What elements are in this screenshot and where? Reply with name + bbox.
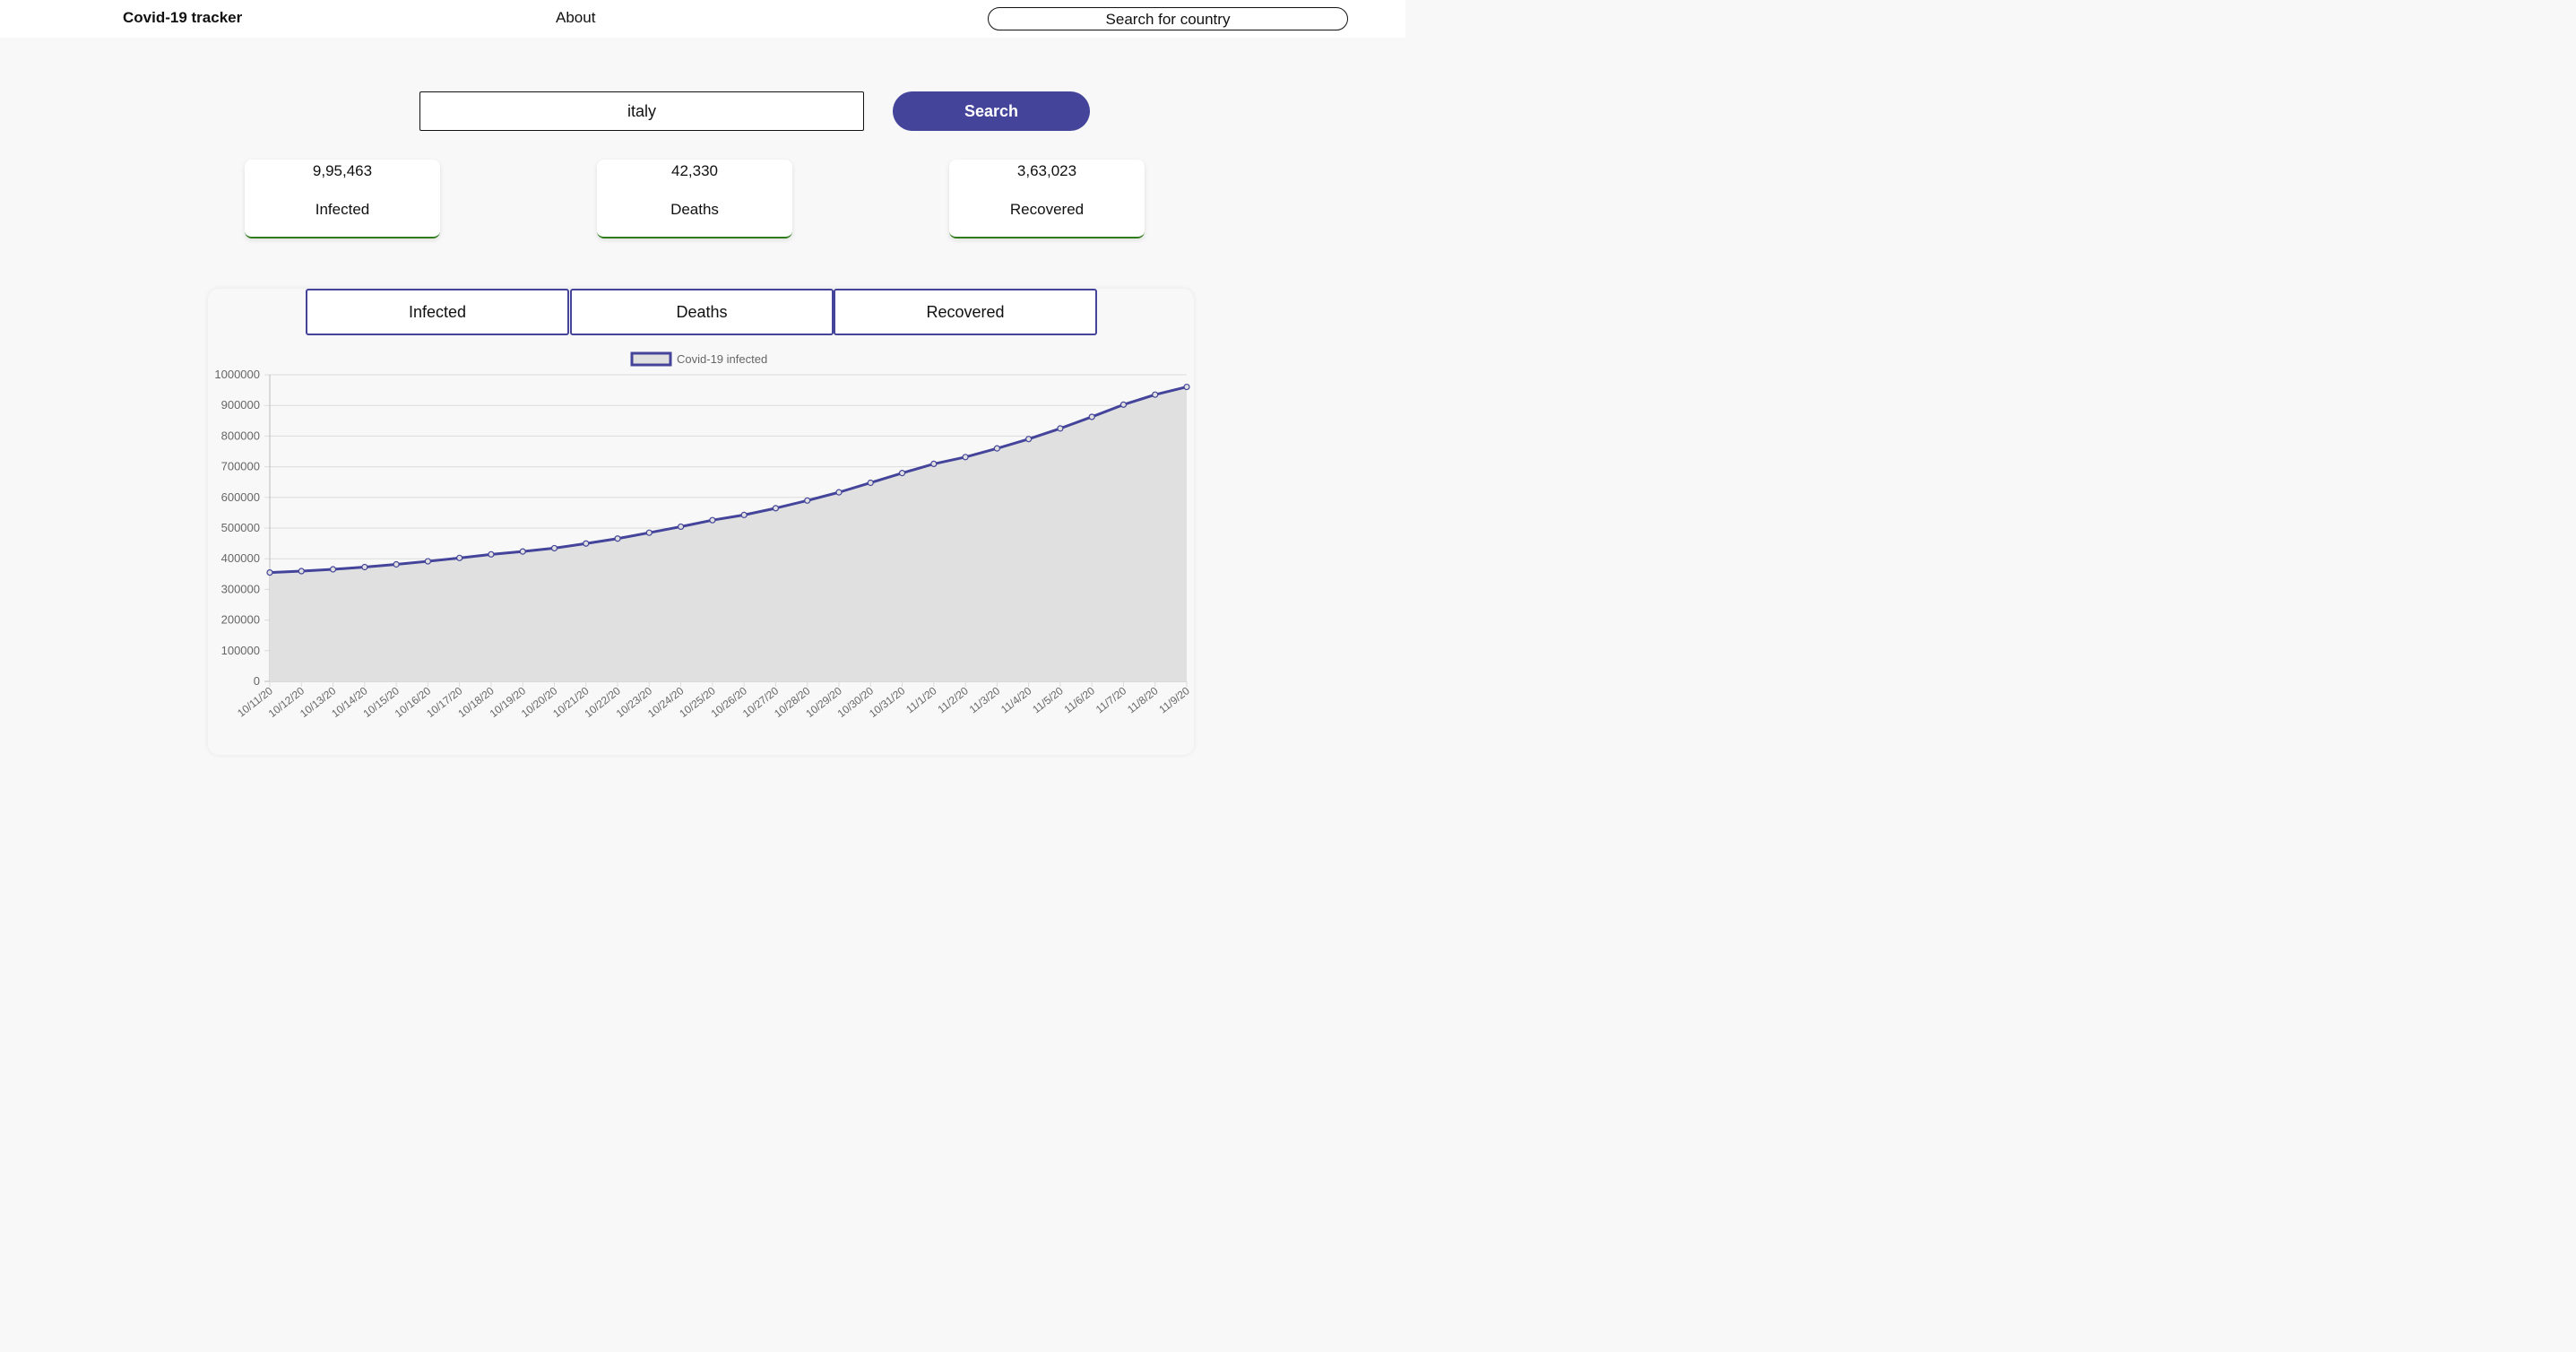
data-point xyxy=(898,470,906,477)
x-tick-label: 11/2/20 xyxy=(935,684,971,715)
data-point xyxy=(1183,383,1190,391)
data-point xyxy=(804,497,811,504)
data-point xyxy=(709,516,716,524)
data-point xyxy=(361,563,368,571)
data-point xyxy=(1088,413,1095,420)
data-point xyxy=(298,568,305,575)
x-tick-label: 10/31/20 xyxy=(867,684,908,720)
y-tick-label: 800000 xyxy=(221,429,260,442)
y-tick-label: 300000 xyxy=(221,582,260,595)
data-point xyxy=(1025,436,1033,443)
y-tick-label: 600000 xyxy=(221,490,260,504)
data-point xyxy=(266,569,273,576)
x-tick-label: 11/7/20 xyxy=(1094,684,1129,715)
data-point xyxy=(614,535,621,542)
y-tick-label: 400000 xyxy=(221,551,260,565)
y-tick-label: 0 xyxy=(254,674,260,688)
x-tick-label: 11/4/20 xyxy=(998,684,1034,715)
data-point xyxy=(393,560,400,568)
data-point xyxy=(993,445,1000,452)
y-tick-label: 500000 xyxy=(221,521,260,534)
y-tick-label: 100000 xyxy=(221,644,260,657)
data-point xyxy=(1057,425,1064,432)
legend-swatch xyxy=(630,351,672,367)
y-tick-label: 700000 xyxy=(221,460,260,473)
data-point xyxy=(835,489,843,496)
data-point xyxy=(772,505,780,512)
x-tick-label: 11/9/20 xyxy=(1156,684,1192,715)
data-point xyxy=(550,544,558,552)
data-point xyxy=(962,454,969,461)
x-tick-label: 11/1/20 xyxy=(903,684,939,715)
data-point xyxy=(645,529,653,536)
x-tick-label: 11/6/20 xyxy=(1062,684,1098,715)
y-tick-label: 1000000 xyxy=(214,368,260,381)
data-point xyxy=(740,511,748,518)
data-point xyxy=(583,540,590,547)
x-tick-label: 11/3/20 xyxy=(967,684,1003,715)
data-point xyxy=(488,550,495,558)
y-tick-label: 200000 xyxy=(221,613,260,627)
data-point xyxy=(519,548,526,555)
infected-line-chart: 0 100000 200000 300000 400000 500000 600000 700… xyxy=(214,351,1192,720)
data-point xyxy=(456,554,463,561)
data-point xyxy=(424,558,431,565)
x-tick-label: 11/8/20 xyxy=(1125,684,1161,715)
x-tick-label: 11/5/20 xyxy=(1030,684,1066,715)
data-point xyxy=(1152,391,1159,398)
y-tick-label: 900000 xyxy=(221,398,260,412)
data-point xyxy=(677,523,685,531)
data-point xyxy=(867,479,874,487)
data-point xyxy=(329,566,337,573)
legend-label: Covid-19 infected xyxy=(677,352,767,366)
data-point xyxy=(1119,401,1128,408)
data-point xyxy=(930,460,938,468)
